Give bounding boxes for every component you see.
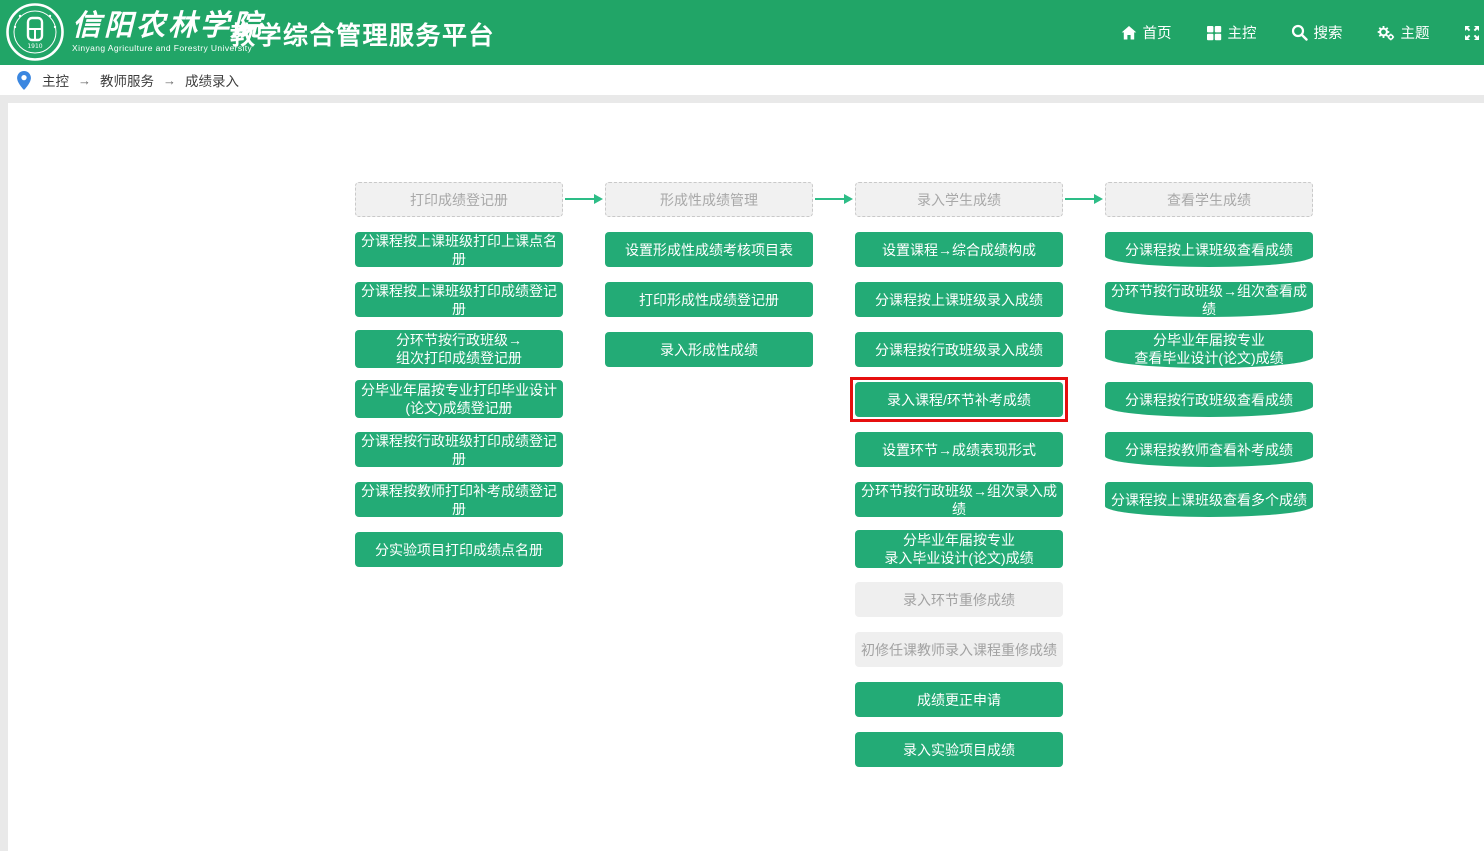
flow-panel: 打印成绩登记册 分课程按上课班级打印上课点名册 分课程按上课班级打印成绩登记册 … [8, 103, 1484, 851]
top-nav: 首页 主控 搜索 [1121, 0, 1484, 65]
flow-button[interactable]: 分课程按行政班级查看成绩 [1105, 382, 1313, 417]
breadcrumb-item-main[interactable]: 主控 [42, 70, 69, 90]
flow-button[interactable]: 分课程按行政班级打印成绩登记册 [355, 432, 563, 467]
flow-button[interactable]: 分课程按教师打印补考成绩登记册 [355, 482, 563, 517]
flow-button[interactable]: 分毕业年届按专业打印毕业设计 (论文)成绩登记册 [355, 380, 563, 418]
nav-fullscreen[interactable]: 全 [1464, 22, 1484, 43]
gears-icon [1377, 25, 1395, 41]
breadcrumb-separator: → [78, 73, 91, 88]
nav-main-control-label: 主控 [1228, 22, 1257, 43]
flow-button[interactable]: 分实验项目打印成绩点名册 [355, 532, 563, 567]
flow-button-makeup-score-entry[interactable]: 录入课程/环节补考成绩 [855, 382, 1063, 417]
flow-button[interactable]: 分毕业年届按专业 录入毕业设计(论文)成绩 [855, 530, 1063, 568]
flow-arrow-icon [815, 198, 845, 200]
column-header: 打印成绩登记册 [355, 182, 563, 217]
university-logo-icon: 1910 [5, 2, 65, 62]
flow-button[interactable]: 设置环节→成绩表现形式 [855, 432, 1063, 467]
logo-year: 1910 [27, 43, 42, 50]
flow-button[interactable]: 设置课程→综合成绩构成 [855, 232, 1063, 267]
breadcrumb-item-teacher-service[interactable]: 教师服务 [100, 70, 154, 90]
flow-button[interactable]: 分环节按行政班级→组次录入成绩 [855, 482, 1063, 517]
nav-search[interactable]: 搜索 [1291, 22, 1343, 43]
grid-icon [1206, 25, 1222, 41]
flow-button[interactable]: 分毕业年届按专业 查看毕业设计(论文)成绩 [1105, 330, 1313, 368]
flow-button[interactable]: 分课程按上课班级查看成绩 [1105, 232, 1313, 267]
flow-button[interactable]: 分课程按上课班级查看多个成绩 [1105, 482, 1313, 517]
flow-column-print: 打印成绩登记册 分课程按上课班级打印上课点名册 分课程按上课班级打印成绩登记册 … [355, 182, 563, 602]
flow-button[interactable]: 成绩更正申请 [855, 682, 1063, 717]
flow-button[interactable]: 录入实验项目成绩 [855, 732, 1063, 767]
flow-button[interactable]: 分环节按行政班级→ 组次打印成绩登记册 [355, 330, 563, 368]
nav-search-label: 搜索 [1314, 22, 1343, 43]
column-header-label: 录入学生成绩 [917, 190, 1001, 210]
column-header-label: 查看学生成绩 [1167, 190, 1251, 210]
flow-button[interactable]: 录入形成性成绩 [605, 332, 813, 367]
column-header-label: 形成性成绩管理 [660, 190, 758, 210]
flow-button-disabled: 初修任课教师录入课程重修成绩 [855, 632, 1063, 667]
flow-button[interactable]: 分课程按上课班级打印成绩登记册 [355, 282, 563, 317]
nav-theme[interactable]: 主题 [1377, 22, 1430, 43]
flow-button[interactable]: 打印形成性成绩登记册 [605, 282, 813, 317]
nav-main-control[interactable]: 主控 [1206, 22, 1257, 43]
flow-column-view: 查看学生成绩 分课程按上课班级查看成绩 分环节按行政班级→组次查看成绩 分毕业年… [1105, 182, 1313, 552]
breadcrumb-separator: → [163, 73, 176, 88]
flow-button[interactable]: 分课程按教师查看补考成绩 [1105, 432, 1313, 467]
flow-arrow-icon [565, 198, 595, 200]
app-header: 1910 信阳农林学院 Xinyang Agriculture and Fore… [0, 0, 1484, 65]
nav-theme-label: 主题 [1401, 22, 1430, 43]
content-area: 打印成绩登记册 分课程按上课班级打印上课点名册 分课程按上课班级打印成绩登记册 … [0, 95, 1484, 851]
search-icon [1291, 24, 1308, 41]
nav-home[interactable]: 首页 [1121, 22, 1172, 43]
flow-column-entry: 录入学生成绩 设置课程→综合成绩构成 分课程按上课班级录入成绩 分课程按行政班级… [855, 182, 1063, 802]
flow-arrow-icon [1065, 198, 1095, 200]
flow-button[interactable]: 分课程按行政班级录入成绩 [855, 332, 1063, 367]
flow-button[interactable]: 分课程按上课班级录入成绩 [855, 282, 1063, 317]
flow-button[interactable]: 分课程按上课班级打印上课点名册 [355, 232, 563, 267]
home-icon [1121, 25, 1137, 41]
column-header: 录入学生成绩 [855, 182, 1063, 217]
flow-column-formative: 形成性成绩管理 设置形成性成绩考核项目表 打印形成性成绩登记册 录入形成性成绩 [605, 182, 813, 402]
column-header-label: 打印成绩登记册 [410, 190, 508, 210]
location-pin-icon [17, 71, 31, 90]
breadcrumb-item-score-entry: 成绩录入 [185, 70, 239, 90]
nav-home-label: 首页 [1143, 22, 1172, 43]
column-header: 形成性成绩管理 [605, 182, 813, 217]
column-header: 查看学生成绩 [1105, 182, 1313, 217]
flow-button[interactable]: 分环节按行政班级→组次查看成绩 [1105, 282, 1313, 317]
flow-button[interactable]: 设置形成性成绩考核项目表 [605, 232, 813, 267]
breadcrumb: 主控 → 教师服务 → 成绩录入 [0, 65, 1484, 95]
flow-button-disabled: 录入环节重修成绩 [855, 582, 1063, 617]
platform-title: 教学综合管理服务平台 [230, 16, 495, 52]
expand-icon [1464, 25, 1480, 41]
